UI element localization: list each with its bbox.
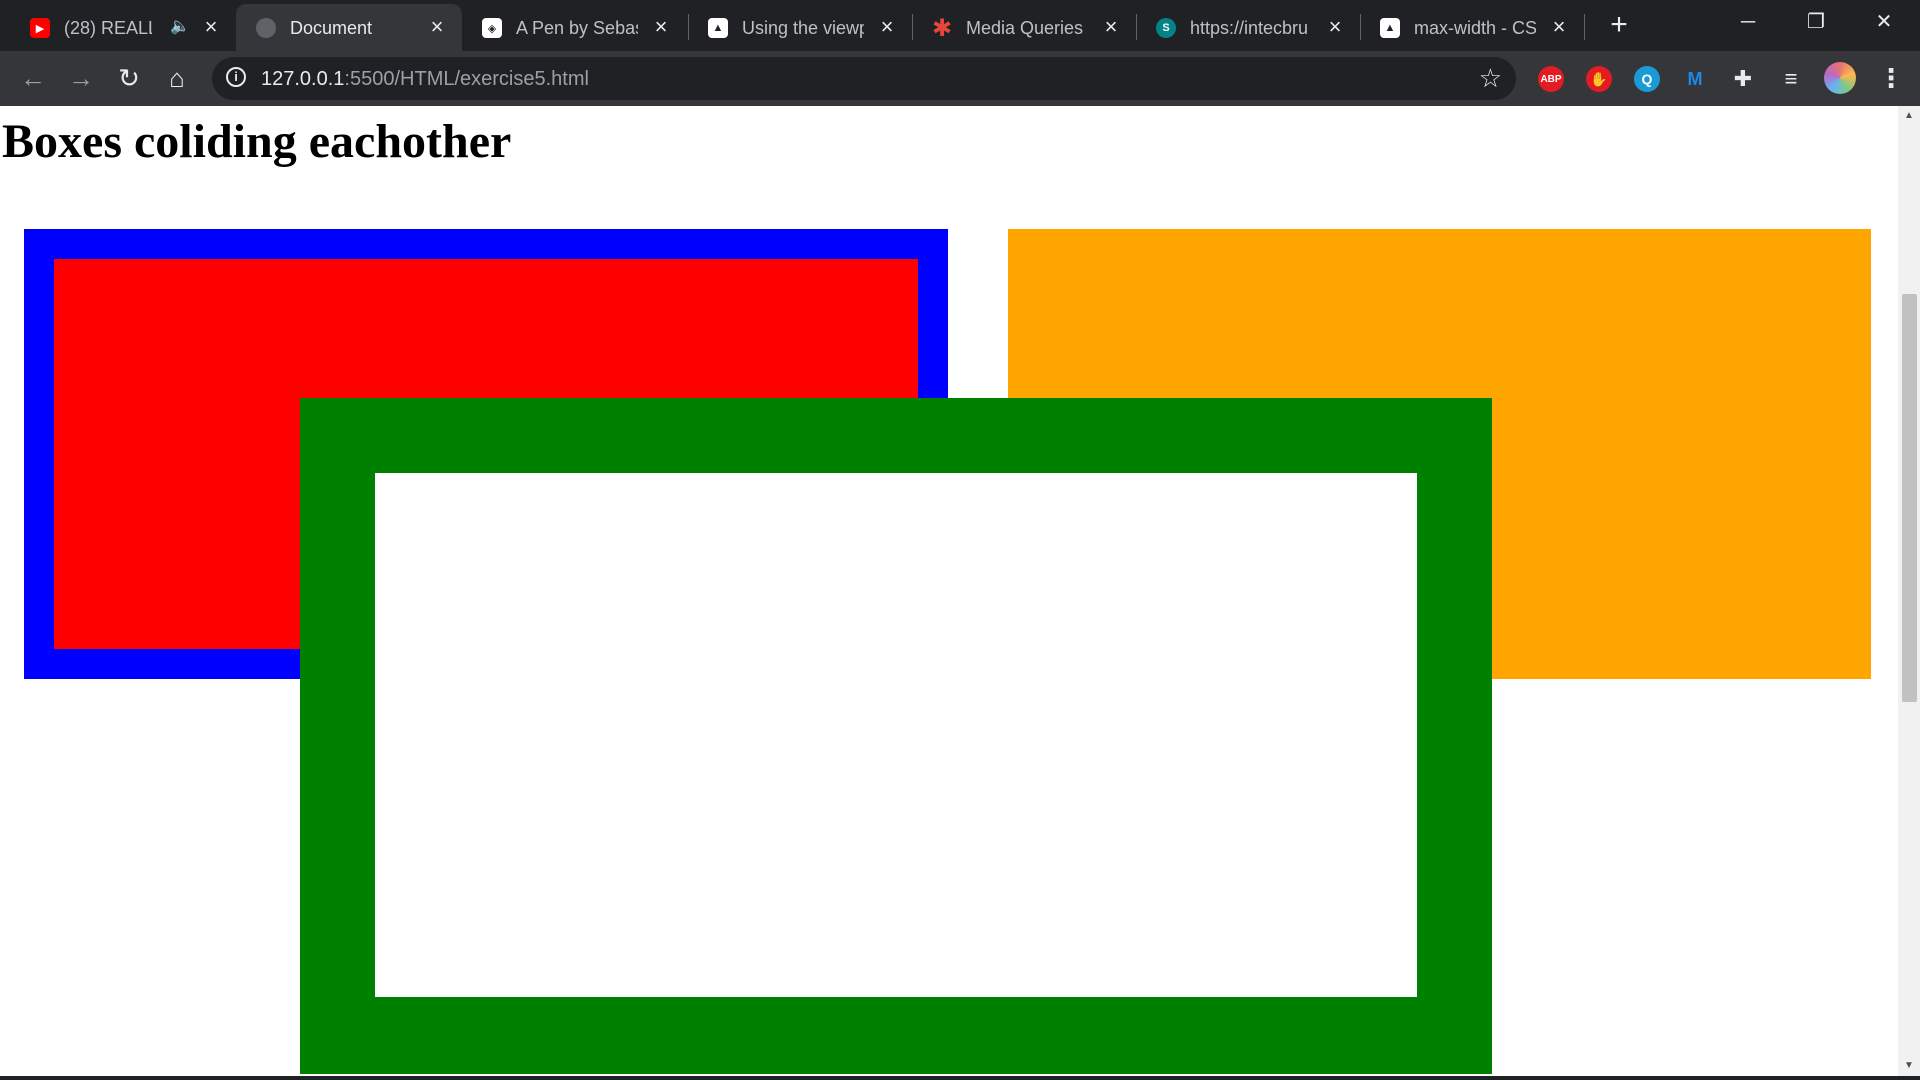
mdn-icon: ▲ — [708, 18, 728, 38]
search-extension-icon[interactable]: Q — [1634, 66, 1660, 92]
close-window-button[interactable]: ✕ — [1850, 0, 1918, 44]
tab-codepen[interactable]: ◈ A Pen by Sebast × — [462, 4, 686, 51]
tab-document[interactable]: Document × — [236, 4, 462, 51]
globe-icon — [256, 18, 276, 38]
tab-youtube[interactable]: ▶ (28) REALLY 🔈 × — [0, 4, 236, 51]
bookmark-star-icon[interactable]: ☆ — [1479, 64, 1502, 92]
reload-button[interactable]: ↻ — [112, 61, 146, 95]
page-viewport: Boxes coliding eachother — [0, 106, 1898, 1076]
page-scrollbar[interactable]: ▲ ▼ — [1898, 106, 1920, 1076]
home-button[interactable]: ⌂ — [160, 61, 194, 95]
browser-toolbar: ← → ↻ ⌂ i 127.0.0.1:5500/HTML/exercise5.… — [0, 51, 1920, 106]
tab-title: max-width - CS — [1414, 18, 1536, 38]
restore-button[interactable]: ❐ — [1782, 0, 1850, 44]
hand-block-icon[interactable]: ✋ — [1586, 66, 1612, 92]
back-button[interactable]: ← — [16, 61, 50, 95]
site-info-icon[interactable]: i — [226, 67, 246, 87]
asterisk-icon: ✱ — [931, 14, 953, 42]
tab-intecbru[interactable]: S https://intecbru × — [1136, 4, 1360, 51]
tab-title: Document — [290, 18, 373, 38]
mdn-icon: ▲ — [1380, 18, 1400, 38]
puzzle-icon[interactable]: ✚ — [1730, 66, 1756, 92]
adblock-plus-icon[interactable]: ABP — [1538, 66, 1564, 92]
youtube-icon: ▶ — [30, 18, 50, 38]
tab-media-queries[interactable]: ✱ Media Queries f × — [912, 4, 1136, 51]
profile-avatar[interactable] — [1824, 62, 1856, 94]
scroll-down-icon[interactable]: ▼ — [1898, 1056, 1920, 1076]
address-bar[interactable]: i 127.0.0.1:5500/HTML/exercise5.html ☆ — [212, 57, 1516, 100]
codepen-icon: ◈ — [482, 18, 502, 38]
tab-strip: ▶ (28) REALLY 🔈 × Document × ◈ A Pen by … — [0, 0, 1920, 51]
window-bottom-edge — [0, 1076, 1920, 1080]
close-tab-icon[interactable]: × — [648, 14, 674, 40]
tab-title: https://intecbru — [1190, 18, 1309, 38]
url-host: 127.0.0.1 — [261, 68, 345, 90]
new-tab-button[interactable]: + — [1604, 10, 1634, 40]
tab-title: A Pen by Sebast — [516, 18, 638, 38]
tab-title: (28) REALLY — [64, 18, 152, 38]
forward-button[interactable]: → — [64, 61, 98, 95]
url-text[interactable]: 127.0.0.1:5500/HTML/exercise5.html — [261, 67, 589, 91]
close-tab-icon[interactable]: × — [1098, 14, 1124, 40]
close-tab-icon[interactable]: × — [424, 14, 450, 40]
tab-max-width[interactable]: ▲ max-width - CS × — [1360, 4, 1584, 51]
tab-separator — [1584, 14, 1585, 40]
close-tab-icon[interactable]: × — [874, 14, 900, 40]
tab-title: Using the viewp — [742, 18, 864, 38]
scroll-thumb[interactable] — [1902, 294, 1917, 702]
sharepoint-icon: S — [1156, 18, 1176, 38]
green-box — [300, 398, 1492, 1074]
browser-menu-icon[interactable]: ⋮ — [1878, 63, 1904, 93]
close-tab-icon[interactable]: × — [198, 14, 224, 40]
page-title: Boxes coliding eachother — [2, 115, 512, 168]
url-path: :5500/HTML/exercise5.html — [344, 68, 589, 90]
media-queue-icon[interactable]: ≡ — [1778, 66, 1804, 92]
speaker-icon[interactable]: 🔈 — [170, 16, 190, 36]
tab-viewport[interactable]: ▲ Using the viewp × — [688, 4, 912, 51]
close-tab-icon[interactable]: × — [1546, 14, 1572, 40]
close-tab-icon[interactable]: × — [1322, 14, 1348, 40]
malwarebytes-icon[interactable]: M — [1682, 66, 1708, 92]
tab-title: Media Queries f — [966, 18, 1088, 38]
scroll-up-icon[interactable]: ▲ — [1898, 106, 1920, 126]
white-box — [375, 473, 1417, 997]
minimize-button[interactable]: ─ — [1714, 0, 1782, 44]
